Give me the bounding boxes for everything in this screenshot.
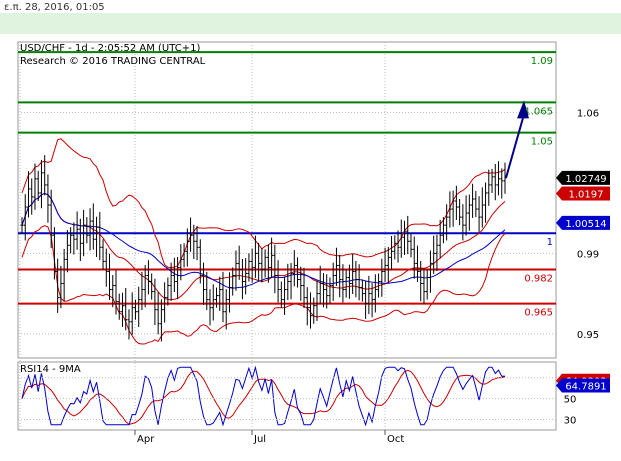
bollinger-middle — [21, 192, 506, 301]
price-tag-label: 1.00514 — [565, 219, 606, 230]
rsi-tick-label: 30 — [564, 416, 577, 427]
chart-title: USD/CHF - 1d - 2:05:52 AM (UTC+1) — [20, 43, 200, 54]
level-label: 0.965 — [524, 308, 553, 319]
price-tag-label: 1.02749 — [565, 174, 606, 185]
price-tag-label: 64.7891 — [565, 381, 606, 392]
price-chart: 1.09 1.065 1.05 1 0.982 0.965 0.95 0.99 1.06 1.… — [17, 41, 610, 445]
chart-subtitle: Research © 2016 TRADING CENTRAL — [20, 56, 206, 67]
level-label: 1 — [547, 237, 553, 248]
price-tick-label: 1.06 — [577, 108, 599, 119]
price-tags: 1.02749 1.0197 1.00514 — [556, 170, 610, 230]
bollinger-lower — [21, 225, 506, 345]
time-tick-label: Oct — [387, 434, 404, 445]
projection-line — [505, 114, 525, 179]
moving-average — [21, 192, 506, 289]
rsi-tick-label: 50 — [564, 395, 577, 406]
level-label: 1.05 — [531, 137, 553, 148]
price-tick-label: 0.99 — [577, 249, 599, 260]
rsi-panel: 30507064.930364.7891 — [18, 365, 610, 427]
candlesticks — [20, 155, 507, 342]
bollinger-bands — [21, 138, 506, 345]
time-tick-label: Apr — [137, 434, 155, 445]
level-lines: 1.09 1.065 1.05 1 0.982 0.965 — [18, 51, 556, 319]
rsi-title: RSI14 - 9MA — [20, 364, 81, 375]
time-tick-label: Jul — [253, 434, 266, 445]
level-label: 1.09 — [531, 56, 553, 67]
bollinger-upper — [21, 138, 506, 269]
level-label: 1.065 — [524, 106, 553, 117]
time-axis: Apr Jul Oct — [134, 430, 404, 445]
level-label: 0.982 — [524, 273, 553, 284]
projection-arrow — [505, 100, 529, 179]
price-tag-label: 1.0197 — [569, 190, 604, 201]
price-tick-label: 0.95 — [577, 330, 599, 341]
main-panel-border — [17, 41, 557, 359]
